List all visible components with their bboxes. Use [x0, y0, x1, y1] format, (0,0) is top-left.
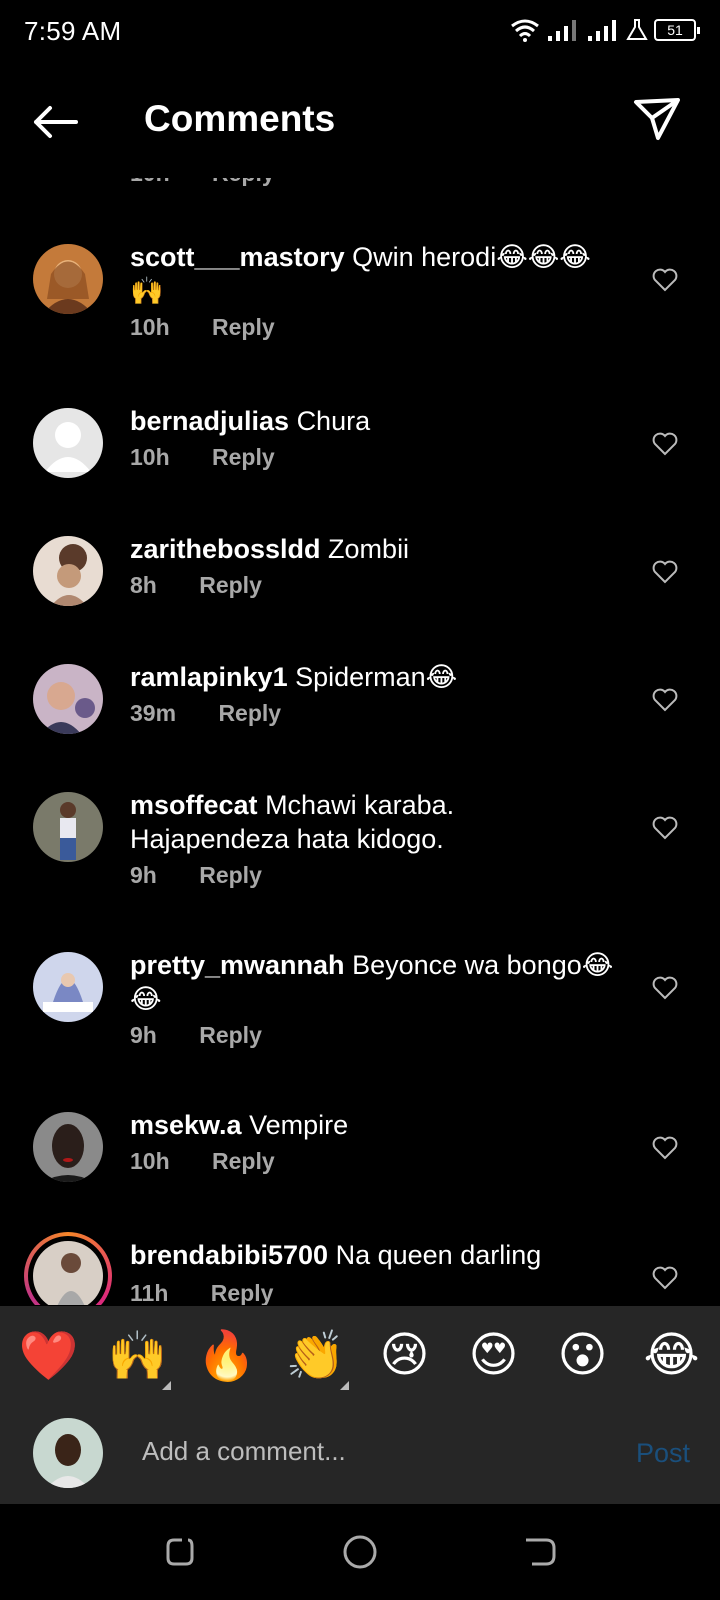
- emoji-crying[interactable]: 😢: [370, 1327, 440, 1383]
- recents-icon[interactable]: [162, 1534, 198, 1570]
- emoji-raised-hands[interactable]: 🙌: [103, 1327, 173, 1390]
- emoji-clap[interactable]: 👏: [281, 1327, 351, 1390]
- reply-button[interactable]: Reply: [218, 700, 281, 726]
- emoji-quick-bar: ❤️ 🙌 🔥 👏 😢 😍 😮 😂: [0, 1306, 720, 1404]
- like-heart-icon[interactable]: [652, 1266, 678, 1290]
- status-time: 7:59 AM: [24, 16, 122, 46]
- comment-body: zarithebossldd Zombii: [130, 532, 620, 566]
- paper-plane-icon[interactable]: [632, 94, 682, 144]
- emoji-fire[interactable]: 🔥: [192, 1327, 262, 1384]
- comment-time: 11h: [130, 1280, 169, 1305]
- comment-body: bernadjulias Chura: [130, 404, 620, 438]
- post-button[interactable]: Post: [636, 1438, 690, 1469]
- comment-username[interactable]: bernadjulias: [130, 406, 289, 436]
- like-heart-icon[interactable]: [652, 432, 678, 456]
- wifi-icon: [511, 19, 539, 42]
- comment-body: brendabibi5700 Na queen darling: [130, 1238, 620, 1272]
- comment-body: scott___mastory Qwin herodi😂😂😂🙌: [130, 240, 620, 308]
- comment-text: Vempire: [249, 1110, 349, 1140]
- emoji-laughing[interactable]: 😂: [637, 1327, 707, 1383]
- like-heart-icon[interactable]: [652, 268, 678, 292]
- comment-time: 10h: [130, 1148, 170, 1174]
- comment-username[interactable]: ramlapinky1: [130, 662, 288, 692]
- header: Comments: [0, 66, 720, 178]
- reply-button[interactable]: Reply: [212, 314, 275, 340]
- comment-username[interactable]: msekw.a: [130, 1110, 242, 1140]
- emoji-clap-glyph: 👏: [285, 1327, 346, 1384]
- status-icons: 51: [510, 18, 700, 42]
- comment-username[interactable]: msoffecat: [130, 790, 258, 820]
- back-nav-icon[interactable]: [522, 1534, 558, 1570]
- emoji-heart-eyes[interactable]: 😍: [459, 1327, 529, 1383]
- comment-time: 9h: [130, 1022, 157, 1048]
- flask-icon: [626, 19, 648, 40]
- comment-meta: 39m Reply: [130, 700, 281, 727]
- comment-body: pretty_mwannah Beyonce wa bongo😂😂: [130, 948, 620, 1016]
- emoji-heart[interactable]: ❤️: [14, 1327, 84, 1384]
- comment-username[interactable]: brendabibi5700: [130, 1240, 328, 1270]
- comment-username[interactable]: pretty_mwannah: [130, 950, 345, 980]
- like-heart-icon[interactable]: [652, 1136, 678, 1160]
- comment-body: msoffecat Mchawi karaba. Hajapendeza hat…: [130, 788, 620, 856]
- my-avatar: [33, 1418, 103, 1488]
- comment-meta: 10h Reply: [130, 444, 275, 471]
- comment-time: 8h: [130, 572, 157, 598]
- comment-text: Na queen darling: [335, 1240, 542, 1270]
- signal-icon-2: [588, 20, 616, 41]
- back-arrow-icon[interactable]: [30, 102, 80, 142]
- comment-time: 39m: [130, 700, 177, 726]
- comment-meta: 10h Reply: [130, 1148, 275, 1175]
- like-heart-icon[interactable]: [652, 976, 678, 1000]
- avatar[interactable]: [33, 408, 103, 478]
- reply-button[interactable]: Reply: [212, 1148, 275, 1174]
- comment-composer: Add a comment... Post: [0, 1404, 720, 1504]
- signal-icon: [548, 20, 576, 41]
- avatar[interactable]: [33, 952, 103, 1022]
- skin-tone-indicator: [339, 1380, 349, 1390]
- comments-list[interactable]: 10h Reply scott___mastory Qwin herodi😂😂😂…: [0, 110, 720, 1305]
- comment-body: ramlapinky1 Spiderman😂: [130, 660, 620, 694]
- status-bar: 7:59 AM 51: [0, 0, 720, 66]
- comment-text: Spiderman😂: [295, 662, 458, 692]
- reply-button[interactable]: Reply: [199, 1022, 262, 1048]
- emoji-raised-hands-glyph: 🙌: [107, 1327, 168, 1384]
- like-heart-icon[interactable]: [652, 688, 678, 712]
- comment-username[interactable]: scott___mastory: [130, 242, 345, 272]
- comment-meta: 10h Reply: [130, 314, 275, 341]
- reply-button[interactable]: Reply: [199, 572, 262, 598]
- comment-body: msekw.a Vempire: [130, 1108, 620, 1142]
- page-title: Comments: [144, 98, 336, 139]
- system-nav-bar: [0, 1504, 720, 1600]
- like-heart-icon[interactable]: [652, 816, 678, 840]
- avatar[interactable]: [33, 1112, 103, 1182]
- emoji-surprised[interactable]: 😮: [548, 1327, 618, 1383]
- comment-meta: 8h Reply: [130, 572, 262, 599]
- like-heart-icon[interactable]: [652, 560, 678, 584]
- comment-time: 10h: [130, 314, 170, 340]
- reply-button[interactable]: Reply: [199, 862, 262, 888]
- battery-indicator: 51: [654, 19, 700, 41]
- home-icon[interactable]: [342, 1534, 378, 1570]
- comment-time: 10h: [130, 444, 170, 470]
- comment-username[interactable]: zarithebossldd: [130, 534, 321, 564]
- skin-tone-indicator: [161, 1380, 171, 1390]
- comment-meta: 9h Reply: [130, 1022, 262, 1049]
- reply-button[interactable]: Reply: [212, 444, 275, 470]
- avatar[interactable]: [33, 1241, 103, 1305]
- comment-meta: 9h Reply: [130, 862, 262, 889]
- comment-meta: 11h Reply: [130, 1280, 273, 1305]
- avatar[interactable]: [33, 664, 103, 734]
- comment-time: 9h: [130, 862, 157, 888]
- avatar[interactable]: [33, 244, 103, 314]
- comment-text: Zombii: [328, 534, 410, 564]
- comment-input[interactable]: Add a comment...: [142, 1436, 346, 1467]
- avatar[interactable]: [33, 536, 103, 606]
- comment-text: Chura: [296, 406, 371, 436]
- story-ring[interactable]: [24, 1232, 112, 1305]
- reply-button[interactable]: Reply: [211, 1280, 274, 1305]
- avatar[interactable]: [33, 792, 103, 862]
